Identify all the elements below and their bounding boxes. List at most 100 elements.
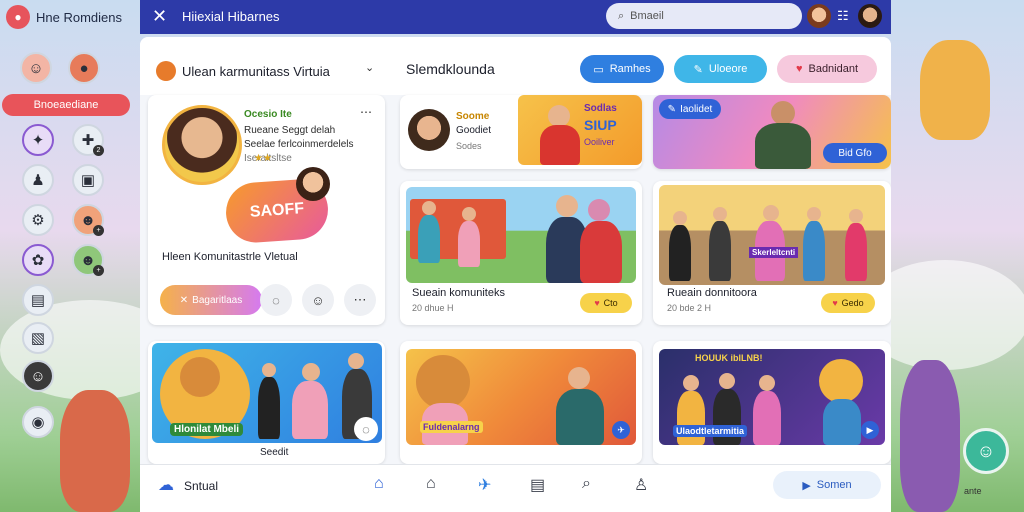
top-card-title: Soome <box>456 111 490 122</box>
profile-name: Ocesio Ite <box>244 109 292 120</box>
join-button[interactable]: ✕ Bagaritlaas <box>160 285 262 315</box>
gift-icon[interactable]: ✚ 2 <box>72 124 104 156</box>
brand-logo-icon: ● <box>6 5 30 29</box>
community-selector[interactable]: Ulean karmunitass Virtuia <box>156 61 330 81</box>
emoji-icon[interactable]: ☺ <box>302 284 334 316</box>
sticker-character <box>296 167 330 201</box>
badnidant-button[interactable]: ♥ Badnidant <box>777 55 877 83</box>
brand[interactable]: ● Hne Romdiens <box>6 5 122 29</box>
top-card-meta: Sodes <box>456 141 482 151</box>
card-overlay-text: Fuldenalarng <box>420 421 483 433</box>
search-icon: ⌕ <box>618 9 625 22</box>
card-meta: 20 dhue H <box>412 303 454 313</box>
game-icon[interactable]: ✿ <box>22 244 54 276</box>
card-meta: 20 bde 2 H <box>667 303 712 313</box>
community-card[interactable]: Fuldenalarng ✈ <box>400 341 642 464</box>
window-title: Hiiexial Hibarnes <box>182 9 280 24</box>
profile-icon[interactable]: ☺ <box>20 52 52 84</box>
clipboard-icon[interactable]: ▤ <box>22 284 54 316</box>
ninja-icon[interactable]: ♟ <box>22 164 54 196</box>
search-input[interactable]: ⌕ Bmaeil <box>606 3 802 29</box>
screen-icon[interactable]: ▣ <box>72 164 104 196</box>
card-title: Rueain donnitoora <box>667 287 757 299</box>
chat-bubble-icon[interactable]: ◌ <box>260 284 292 316</box>
card-overlay-text: Ulaodtletarmitia <box>673 425 748 437</box>
community-card[interactable]: Skerleltcnti Rueain donnitoora 20 bde 2 … <box>653 181 891 325</box>
featured-tag-label: Iaolidet <box>680 103 713 115</box>
send-icon[interactable]: ✈ <box>478 475 491 495</box>
top-bar: ✕ Hiiexial Hibarnes ⌕ Bmaeil ☷ <box>140 0 891 34</box>
heart-icon: ♥ <box>594 298 600 308</box>
right-decor-panel <box>891 0 1024 512</box>
avatar-icon[interactable]: ☺ <box>22 360 54 392</box>
chevron-down-icon[interactable]: ⌄ <box>365 61 374 74</box>
community-card[interactable]: HOUUK iblLNB! Ulaodtletarmitia ▶ <box>653 341 891 464</box>
badge-icon[interactable]: ◉ <box>22 406 54 438</box>
poster-line3: Ooiliver <box>584 137 615 147</box>
play-icon[interactable]: ▶ <box>861 421 879 439</box>
ramhes-label: Ramhes <box>609 63 651 75</box>
community-card[interactable]: Sueain komuniteks 20 dhue H ♥ Cto <box>400 181 642 325</box>
featured-tag: ✎ Iaolidet <box>659 99 721 119</box>
section-title: Slemdklounda <box>406 61 495 77</box>
community-card[interactable]: Hlonilat Mbeli Seedit ◌ <box>148 341 385 464</box>
friend-avatar[interactable] <box>858 4 882 28</box>
more-icon[interactable]: ⋯ <box>344 284 376 316</box>
join-label: Bagaritlaas <box>192 294 243 306</box>
flag-icon: ✎ <box>667 103 677 115</box>
home-icon[interactable]: ⌂ <box>374 475 384 493</box>
bottom-nav: ☁ Sntual ⌂ ⌂ ✈ ▤ ⌕ ♙ ▶ Somen <box>140 464 891 512</box>
puzzle-icon[interactable]: ✦ <box>22 124 54 156</box>
uloeore-button[interactable]: ✎ Uloeore <box>674 55 767 83</box>
main-panel: Ulean karmunitass Virtuia ⌄ Slemdklounda… <box>140 37 891 512</box>
somen-button[interactable]: ▶ Somen <box>773 471 881 499</box>
heart-icon: ♥ <box>795 63 803 75</box>
chat-bubble-icon[interactable]: ◌ <box>354 417 378 441</box>
more-options-icon[interactable]: ⋯ <box>360 105 372 119</box>
top-card-poster: Sodlas SIUP Ooiliver <box>518 95 642 165</box>
screen-button-icon: ▭ <box>593 63 604 76</box>
cloud-icon[interactable]: ☁ <box>158 475 174 495</box>
poster-line1: Sodlas <box>584 103 617 114</box>
profile-card: Ocesio Ite Rueane Seggt delah Seelae fer… <box>148 95 385 325</box>
card-banner-text: HOUUK iblLNB! <box>695 353 763 363</box>
nav-label: Sntual <box>184 479 219 493</box>
user-avatar[interactable] <box>807 4 831 28</box>
character-fab-icon[interactable]: ☺ <box>963 428 1009 474</box>
card-badge[interactable]: ♥ Gedo <box>821 293 875 313</box>
featured-chip[interactable]: Bid Gfo <box>823 143 887 163</box>
card-title: Sueain komuniteks <box>412 287 505 299</box>
community-name: Ulean karmunitass Virtuia <box>182 63 330 79</box>
poster-line2: SIUP <box>584 117 617 133</box>
ramhes-button[interactable]: ▭ Ramhes <box>580 55 664 83</box>
house-icon[interactable]: ⌂ <box>426 475 436 493</box>
profile-line2: Seelae ferlcoinmerdelels <box>244 139 354 150</box>
community-card-image: Hlonilat Mbeli <box>152 343 382 443</box>
profile-line1: Rueane Seggt delah <box>244 125 336 136</box>
doc-icon[interactable]: ▧ <box>22 322 54 354</box>
share-icon[interactable]: ✈ <box>612 421 630 439</box>
menu-icon[interactable]: ☷ <box>837 8 849 24</box>
left-sidebar: ● Hne Romdiens ☺ ● Bnoeaediane ✦ ✚ 2 ♟ ▣ … <box>0 0 140 512</box>
bike-icon[interactable]: ⚙ <box>22 204 54 236</box>
inbox-icon[interactable]: ▤ <box>530 475 545 495</box>
friend-icon[interactable]: ☻ + <box>72 204 104 236</box>
chat-icon[interactable]: ● <box>68 52 100 84</box>
card-badge-label: Gedo <box>841 298 864 308</box>
featured-card[interactable]: ✎ Iaolidet Bid Gfo <box>653 95 891 169</box>
card-title: Seedit <box>260 447 289 458</box>
notifications-icon[interactable]: ⌕ <box>582 475 591 493</box>
sticker-icon: ✎ <box>693 63 703 76</box>
card-badge[interactable]: ♥ Cto <box>580 293 632 313</box>
rating-stars-icon: ★★ <box>254 153 272 164</box>
community-card-image <box>406 187 636 283</box>
user-icon[interactable]: ♙ <box>634 475 648 495</box>
card-badge-label: Cto <box>603 298 618 308</box>
heart-icon: ♥ <box>832 298 838 308</box>
top-card-subtitle: Goodiet <box>456 125 492 136</box>
sidebar-primary-pill[interactable]: Bnoeaediane <box>2 94 130 116</box>
top-card[interactable]: Soome Goodiet Sodes Sodlas SIUP Ooiliver <box>400 95 642 169</box>
buddy-icon[interactable]: ☻ + <box>72 244 104 276</box>
card-overlay-text: Skerleltcnti <box>749 247 799 258</box>
close-icon[interactable]: ✕ <box>152 6 167 27</box>
